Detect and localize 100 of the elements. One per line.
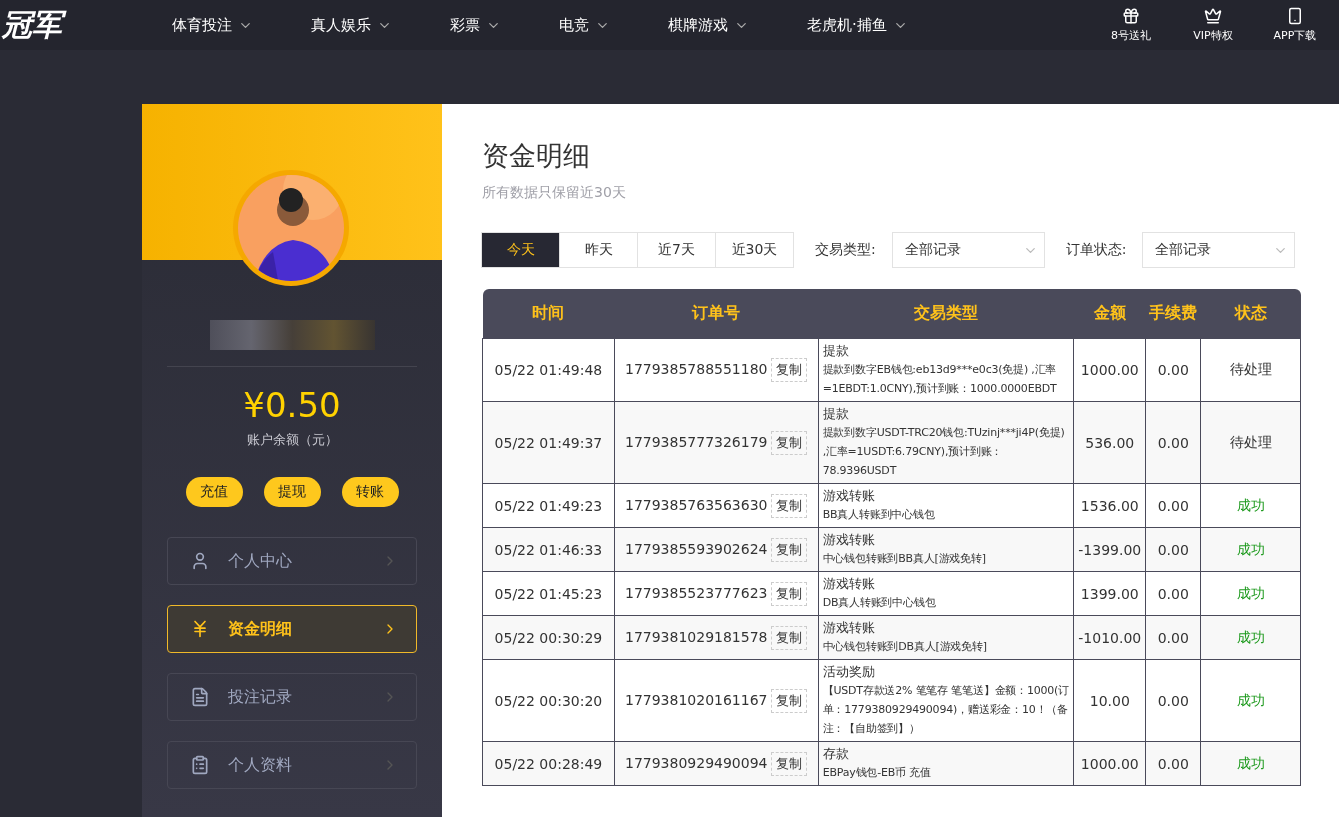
- column-header: 金额: [1073, 289, 1146, 339]
- transaction-type: 游戏转账: [822, 575, 876, 593]
- transaction-type: 游戏转账: [822, 487, 876, 505]
- user-icon: [190, 551, 210, 571]
- table-cell: 10.00: [1073, 659, 1146, 742]
- transaction-detail: 中心钱包转账到BB真人[游戏免转]: [822, 551, 987, 567]
- transaction-type: 游戏转账: [822, 619, 876, 637]
- table-cell: 0.00: [1145, 338, 1201, 402]
- copy-button[interactable]: 复制: [771, 358, 808, 382]
- copy-button[interactable]: 复制: [771, 688, 808, 713]
- nav-item[interactable]: 真人娱乐: [311, 15, 392, 35]
- crown-icon: [1204, 7, 1222, 25]
- order-number: 1779385788551180: [624, 361, 768, 377]
- transaction-detail: EBPay钱包-EB币 充值: [822, 765, 932, 781]
- column-header: 交易类型: [818, 289, 1074, 339]
- table-cell: -1010.00: [1073, 615, 1146, 660]
- balance: ¥0.50: [243, 385, 341, 425]
- transaction-type: 活动奖励: [822, 663, 876, 681]
- table-cell: 1000.00: [1073, 338, 1146, 402]
- transaction-type: 存款: [822, 745, 850, 763]
- transaction-type: 提款: [822, 342, 850, 360]
- copy-button[interactable]: 复制: [771, 581, 808, 606]
- status-text: 待处理: [1229, 433, 1272, 450]
- status-text: 成功: [1236, 691, 1265, 708]
- table-cell: 0.00: [1145, 527, 1201, 572]
- table-cell: -1399.00: [1073, 527, 1146, 572]
- table-cell: 05/22 01:49:23: [482, 483, 615, 528]
- table-cell: 0.00: [1145, 741, 1201, 786]
- transaction-detail: 中心钱包转账到DB真人[游戏免转]: [822, 639, 988, 655]
- status-text: 待处理: [1229, 361, 1272, 377]
- menu-item[interactable]: 资金明细: [167, 605, 417, 653]
- phone-icon: [1286, 7, 1304, 25]
- clipboard-icon: [190, 755, 210, 775]
- date-tab[interactable]: 近30天: [715, 232, 794, 268]
- header-link[interactable]: VIP特权: [1183, 7, 1243, 43]
- copy-button[interactable]: 复制: [771, 625, 808, 650]
- order-number: 1779385593902624: [624, 540, 768, 557]
- nav-item[interactable]: 彩票: [450, 15, 501, 35]
- nav-item[interactable]: 体育投注: [172, 15, 253, 35]
- filter-select[interactable]: 全部记录: [891, 232, 1045, 268]
- copy-button[interactable]: 复制: [771, 493, 808, 518]
- action-button[interactable]: 充值: [185, 477, 243, 507]
- order-number: 1779385763563630: [624, 496, 768, 513]
- table-cell: 05/22 01:49:37: [482, 401, 615, 484]
- transaction-detail: 【USDT存款送2% 笔笔存 笔笔送】金额：1000(订单：1779380929490094)，赠送彩金：10！（备注：【自助签到】）: [822, 683, 1070, 737]
- table-cell: 0.00: [1145, 615, 1201, 660]
- transaction-detail: BB真人转账到中心钱包: [822, 507, 936, 523]
- date-tab[interactable]: 今天: [481, 232, 560, 268]
- copy-button[interactable]: 复制: [771, 537, 808, 562]
- filter-select[interactable]: 全部记录: [1142, 232, 1296, 268]
- table-cell: 1399.00: [1073, 571, 1146, 616]
- order-number: 1779380929490094: [624, 754, 768, 771]
- menu-item[interactable]: 投注记录: [167, 673, 417, 721]
- transaction-detail: 提款到数字USDT-TRC20钱包:TUzinj***ji4P(免提) ,汇率=1USDT:6.79CNY),预计到账：78.9396USDT: [822, 425, 1066, 479]
- nav-item[interactable]: 电竞: [559, 15, 610, 35]
- filter-label: 订单状态:: [1065, 241, 1127, 259]
- table-cell: 0.00: [1145, 483, 1201, 528]
- table-cell: 0.00: [1145, 659, 1201, 742]
- document-icon: [190, 687, 210, 707]
- balance-label: 账户余额（元）: [246, 431, 338, 449]
- table-cell: 05/22 01:46:33: [482, 527, 615, 572]
- action-button[interactable]: 转账: [341, 477, 399, 507]
- status-text: 成功: [1236, 496, 1265, 513]
- action-button[interactable]: 提现: [263, 477, 321, 507]
- order-number: 1779385523777623: [624, 584, 768, 601]
- copy-button[interactable]: 复制: [771, 430, 808, 455]
- order-number: 1779381029181578: [624, 628, 768, 645]
- table-cell: 0.00: [1145, 571, 1201, 616]
- status-text: 成功: [1236, 754, 1265, 771]
- table-cell: 1536.00: [1073, 483, 1146, 528]
- copy-button[interactable]: 复制: [771, 751, 808, 776]
- table-cell: 536.00: [1073, 401, 1146, 484]
- header-link[interactable]: APP下载: [1265, 7, 1325, 43]
- order-number: 1779385777326179: [624, 433, 768, 450]
- column-header: 时间: [482, 289, 615, 339]
- page-title: 资金明细: [482, 139, 591, 173]
- logo[interactable]: 冠军: [0, 4, 172, 46]
- column-header: 订单号: [614, 289, 819, 339]
- status-text: 成功: [1236, 584, 1265, 601]
- nav-item[interactable]: 老虎机·捕鱼: [807, 15, 908, 35]
- column-header: 手续费: [1145, 289, 1201, 339]
- transaction-detail: 提款到数字EB钱包:eb13d9***e0c3(免提) ,汇率=1EBDT:1.0CNY),预计到账：1000.0000EBDT: [822, 362, 1058, 397]
- table-cell: 1000.00: [1073, 741, 1146, 786]
- page-subtitle: 所有数据只保留近30天: [482, 184, 627, 202]
- header-link[interactable]: 8号送礼: [1101, 7, 1161, 43]
- filter-label: 交易类型:: [815, 241, 876, 259]
- menu-item[interactable]: 个人中心: [167, 537, 417, 585]
- column-header: 状态: [1200, 289, 1301, 339]
- table-cell: 0.00: [1145, 401, 1201, 484]
- status-text: 成功: [1236, 628, 1265, 645]
- date-tab[interactable]: 昨天: [559, 232, 638, 268]
- transaction-type: 提款: [822, 405, 850, 423]
- table-cell: 05/22 00:30:29: [482, 615, 615, 660]
- menu-item[interactable]: 个人资料: [167, 741, 417, 789]
- gift-icon: [1122, 7, 1140, 25]
- order-number: 1779381020161167: [624, 691, 768, 708]
- date-tab[interactable]: 近7天: [637, 232, 716, 268]
- table-cell: 05/22 00:30:20: [482, 659, 615, 742]
- transaction-type: 游戏转账: [822, 531, 876, 549]
- nav-item[interactable]: 棋牌游戏: [668, 15, 749, 35]
